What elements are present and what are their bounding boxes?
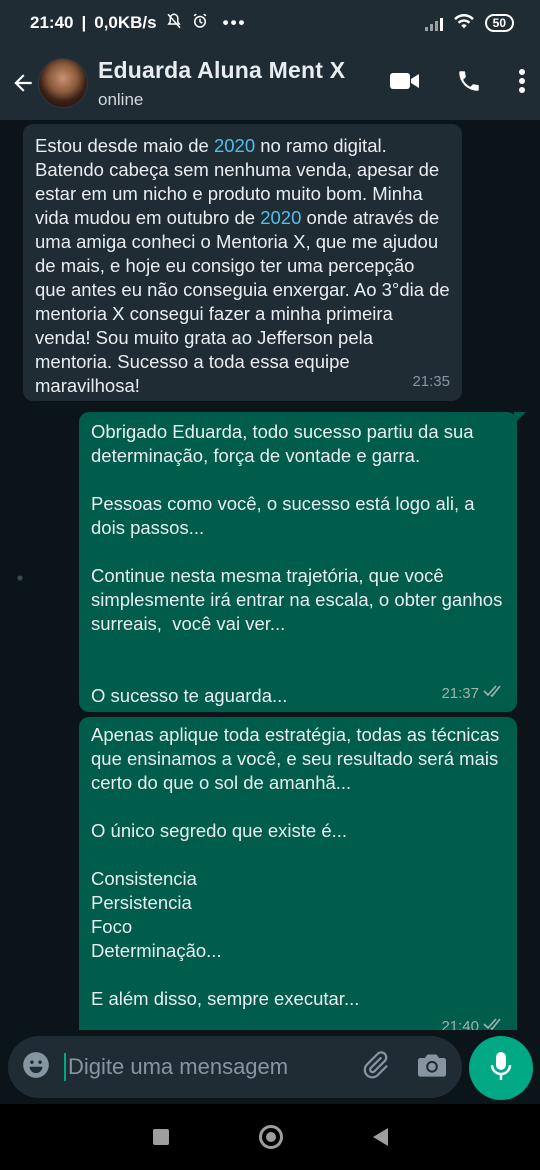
message-meta: 21:35: [412, 370, 450, 394]
status-net-speed: 0,0KB/s: [94, 13, 157, 32]
more-dots-icon: •••: [222, 13, 247, 32]
chat-header: Eduarda Aluna Ment X online: [0, 46, 540, 120]
message-time: 21:37: [441, 685, 479, 702]
contact-status: online: [98, 89, 144, 109]
alarm-icon: [191, 12, 209, 35]
recents-button[interactable]: [152, 1129, 169, 1145]
contact-name[interactable]: Eduarda Aluna Ment X: [98, 57, 345, 84]
signal-icon: [424, 15, 443, 31]
voice-call-icon[interactable]: [456, 68, 482, 99]
message-text: Apenas aplique toda estratégia, todas as…: [91, 724, 500, 1009]
camera-icon[interactable]: [418, 1052, 446, 1083]
back-arrow-icon[interactable]: [10, 70, 36, 96]
chat-messages[interactable]: Estou desde maio de 2020 no ramo digital…: [0, 120, 540, 1030]
message-outgoing[interactable]: Apenas aplique toda estratégia, todas as…: [79, 717, 517, 1030]
message-input-pill[interactable]: [8, 1036, 462, 1098]
message-outgoing[interactable]: Obrigado Eduarda, todo sucesso partiu da…: [79, 412, 526, 712]
date-link[interactable]: 2020: [214, 135, 255, 156]
contact-info[interactable]: Eduarda Aluna Ment X online: [98, 57, 345, 110]
mic-icon: [489, 1051, 513, 1086]
message-text: Estou desde maio de 2020 no ramo digital…: [35, 135, 455, 396]
back-button[interactable]: [372, 1128, 388, 1146]
status-separator: |: [81, 13, 87, 32]
battery-icon: 50: [484, 14, 514, 32]
message-incoming[interactable]: Estou desde maio de 2020 no ramo digital…: [23, 124, 462, 401]
date-link[interactable]: 2020: [260, 207, 301, 228]
message-meta: 21:37: [441, 682, 505, 706]
emoji-icon[interactable]: [22, 1051, 50, 1084]
status-time: 21:40: [30, 13, 74, 32]
mic-button[interactable]: [469, 1036, 533, 1100]
home-button[interactable]: [258, 1125, 283, 1149]
double-check-icon: [483, 1015, 505, 1030]
message-meta: 21:40: [441, 1015, 505, 1030]
message-input[interactable]: [68, 1054, 338, 1080]
avatar[interactable]: [38, 58, 88, 108]
message-time: 21:35: [412, 373, 450, 390]
message-time: 21:40: [441, 1018, 479, 1030]
system-nav-bar: [0, 1104, 540, 1170]
menu-kebab-icon[interactable]: [518, 68, 526, 99]
status-bar: 21:40 | 0,0KB/s ••• 50: [0, 0, 540, 46]
text-caret: [64, 1053, 66, 1081]
mute-icon: [165, 12, 183, 35]
message-text: Obrigado Eduarda, todo sucesso partiu da…: [91, 421, 503, 706]
video-call-icon[interactable]: [390, 70, 420, 97]
double-check-icon: [483, 682, 505, 706]
wifi-icon: [453, 12, 475, 35]
compose-bar: [0, 1030, 540, 1104]
attach-icon[interactable]: [360, 1050, 390, 1085]
